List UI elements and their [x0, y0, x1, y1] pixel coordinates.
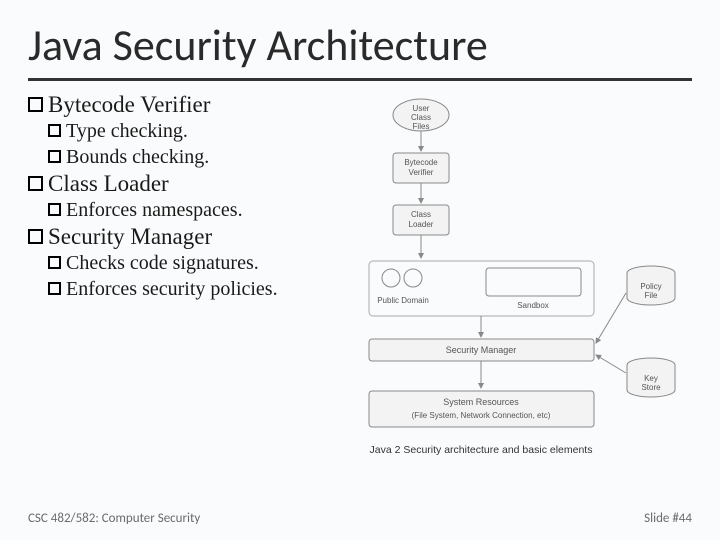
node-label: Security Manager	[446, 345, 517, 355]
policy-file-node: PolicyFile	[627, 266, 675, 305]
diagram-column: UserClassFiles BytecodeVerifier ClassLoa…	[350, 91, 692, 478]
slide: Java Security Architecture Bytecode Veri…	[0, 0, 720, 540]
diagram-caption: Java 2 Security architecture and basic e…	[370, 444, 593, 456]
square-bullet-icon	[28, 176, 43, 191]
square-bullet-icon	[48, 124, 61, 137]
sub-item: Type checking.	[48, 119, 338, 144]
sub-label: Bounds checking.	[66, 145, 209, 170]
sandbox-node	[486, 268, 581, 296]
square-bullet-icon	[48, 256, 61, 269]
node-sublabel: (File System, Network Connection, etc)	[412, 411, 551, 420]
node-label: UserClassFiles	[411, 104, 431, 131]
page-title: Java Security Architecture	[28, 18, 692, 81]
architecture-diagram: UserClassFiles BytecodeVerifier ClassLoa…	[350, 93, 692, 473]
node-label: BytecodeVerifier	[404, 158, 438, 177]
node-label: Public Domain	[377, 296, 429, 305]
section-heading-security-manager: Security Manager	[28, 224, 338, 250]
section-heading-class-loader: Class Loader	[28, 171, 338, 197]
section-heading-bytecode-verifier: Bytecode Verifier	[28, 92, 338, 118]
square-bullet-icon	[48, 150, 61, 163]
square-bullet-icon	[48, 203, 61, 216]
node-label: Sandbox	[517, 301, 549, 310]
sub-item: Enforces security policies.	[48, 277, 338, 302]
key-store-node: KeyStore	[627, 358, 675, 397]
text-column: Bytecode Verifier Type checking. Bounds …	[28, 91, 338, 478]
content-row: Bytecode Verifier Type checking. Bounds …	[28, 91, 692, 478]
square-bullet-icon	[48, 282, 61, 295]
square-bullet-icon	[28, 97, 43, 112]
public-domain-circle-icon	[382, 269, 400, 287]
sub-item: Enforces namespaces.	[48, 198, 338, 223]
heading-label: Bytecode Verifier	[48, 92, 210, 118]
sub-label: Type checking.	[66, 119, 188, 144]
sub-item: Checks code signatures.	[48, 251, 338, 276]
footer: CSC 482/582: Computer Security Slide #44	[28, 511, 692, 526]
heading-label: Class Loader	[48, 171, 169, 197]
sub-label: Checks code signatures.	[66, 251, 259, 276]
footer-left: CSC 482/582: Computer Security	[28, 511, 200, 526]
node-label: ClassLoader	[409, 210, 434, 229]
heading-label: Security Manager	[48, 224, 212, 250]
square-bullet-icon	[28, 229, 43, 244]
footer-right: Slide #44	[644, 511, 692, 526]
sub-label: Enforces namespaces.	[66, 198, 243, 223]
sub-item: Bounds checking.	[48, 145, 338, 170]
domain-container	[369, 261, 594, 316]
sub-label: Enforces security policies.	[66, 277, 278, 302]
public-domain-circle-icon	[404, 269, 422, 287]
node-label: System Resources	[443, 397, 519, 407]
